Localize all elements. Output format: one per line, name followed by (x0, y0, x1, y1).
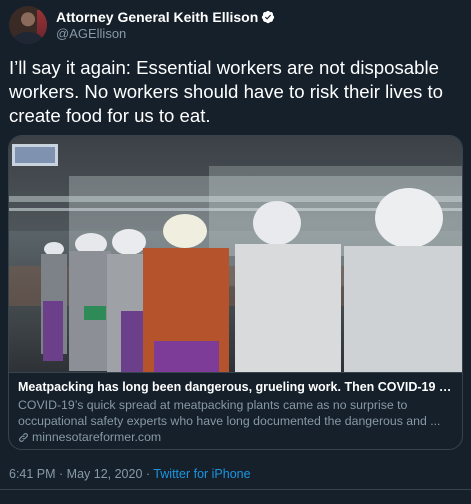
link-card-domain-row: minnesotareformer.com (18, 429, 453, 445)
tweet-header: Attorney General Keith Ellison @AGElliso… (9, 4, 275, 46)
link-card-image[interactable] (9, 136, 462, 372)
link-card[interactable]: Meatpacking has long been dangerous, gru… (8, 135, 463, 450)
tweet-text: I’ll say it again: Essential workers are… (9, 57, 444, 126)
link-icon (19, 432, 28, 442)
verified-badge-icon (262, 10, 275, 24)
avatar[interactable] (9, 6, 47, 44)
meta-separator: · (55, 467, 67, 481)
tweet-time[interactable]: 6:41 PM (9, 467, 56, 481)
link-card-domain: minnesotareformer.com (32, 430, 162, 444)
avatar-shoulders-decoration (13, 32, 43, 44)
link-card-description: COVID-19’s quick spread at meatpacking p… (18, 398, 441, 428)
tweet-date[interactable]: May 12, 2020 (67, 467, 143, 481)
tweet: Attorney General Keith Ellison @AGElliso… (0, 0, 471, 504)
bottom-divider (0, 489, 471, 490)
tweet-source-link[interactable]: Twitter for iPhone (153, 467, 250, 481)
author-names: Attorney General Keith Ellison @AGElliso… (56, 8, 275, 42)
meatpacking-workers-photo-icon (9, 136, 462, 372)
author-display-name[interactable]: Attorney General Keith Ellison (56, 8, 258, 26)
author-handle[interactable]: @AGEllison (56, 26, 275, 42)
display-name-row: Attorney General Keith Ellison (56, 8, 275, 26)
link-card-body[interactable]: Meatpacking has long been dangerous, gru… (9, 372, 462, 449)
meta-separator-2: · (142, 467, 154, 481)
tweet-meta: 6:41 PM · May 12, 2020 · Twitter for iPh… (9, 466, 251, 482)
link-card-title: Meatpacking has long been dangerous, gru… (18, 380, 453, 394)
